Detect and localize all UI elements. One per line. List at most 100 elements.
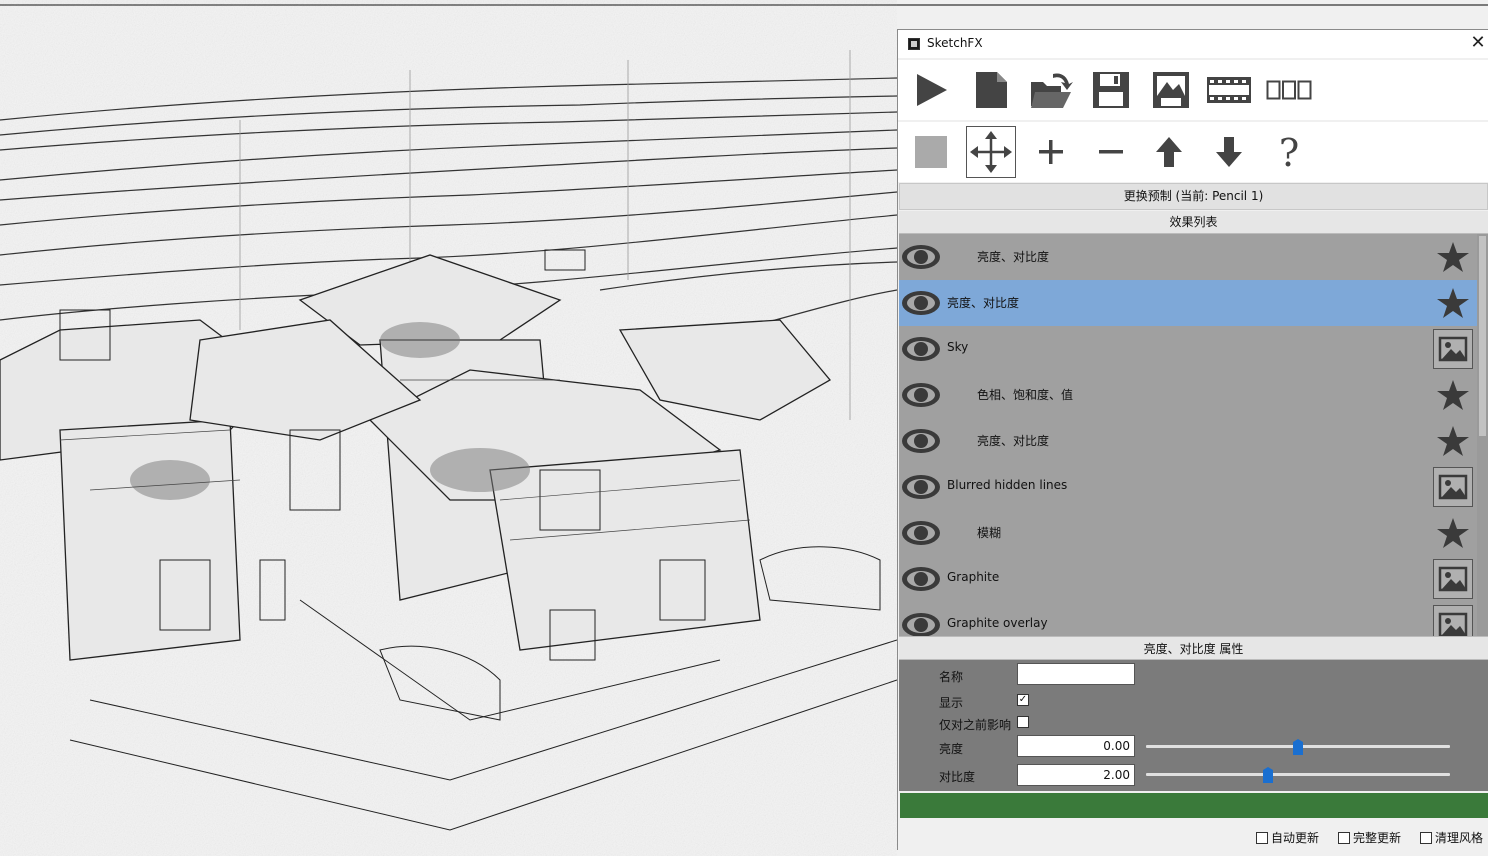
effect-row[interactable]: 色相、饱和度、值 [899,372,1477,418]
effect-label: Graphite [947,570,1000,584]
eye-icon[interactable] [901,380,941,414]
contrast-slider-track [1146,773,1450,776]
effect-label: 亮度、对比度 [977,250,1050,264]
effect-row[interactable]: Graphite [899,556,1477,602]
eye-icon[interactable] [901,610,941,636]
svg-text:?: ? [1279,132,1299,172]
update-progress-bar [900,793,1488,818]
gray-square-icon [915,136,947,168]
auto-update-checkbox[interactable] [1256,831,1268,844]
effect-label: Sky [947,340,969,354]
prev-only-label: 仅对之前影响 [939,718,1012,732]
effect-label: Blurred hidden lines [947,478,1068,492]
play-icon [917,74,947,106]
open-button[interactable] [1026,64,1076,116]
eye-icon[interactable] [901,334,941,368]
save-button[interactable] [1086,64,1136,116]
prev-only-checkbox[interactable] [1017,716,1029,728]
brightness-slider-thumb[interactable] [1293,739,1303,755]
effects-list[interactable]: 亮度、对比度 亮度、对比度 Sky 色相、饱和度、值 亮度、对比度 Blurred hid… [899,234,1488,636]
scrollbar-thumb[interactable] [1479,236,1486,436]
star-icon [1433,421,1473,461]
arrow-up-icon [1156,137,1182,167]
layout-icon [1266,80,1312,100]
color-swatch-button[interactable] [906,126,956,178]
effect-label: Graphite overlay [947,616,1048,630]
effect-label: 模糊 [977,526,1002,540]
effect-row[interactable]: 亮度、对比度 [899,418,1477,464]
name-label: 名称 [939,670,964,684]
clear-style-checkbox[interactable] [1420,831,1432,844]
effect-row[interactable]: 亮度、对比度 [899,280,1477,326]
eye-icon[interactable] [901,426,941,460]
change-preset-button[interactable]: 更换预制 (当前: Pencil 1) [899,183,1488,210]
save-icon [1093,72,1129,108]
eye-icon[interactable] [901,472,941,506]
close-button[interactable]: ✕ [1469,32,1487,54]
effect-row[interactable]: Sky [899,326,1477,372]
effect-row[interactable]: 亮度、对比度 [899,234,1477,280]
star-icon [1433,237,1473,277]
house-sketch-render [0,6,897,856]
eye-icon[interactable] [901,518,941,552]
arrow-down-icon [1216,137,1242,167]
effect-row[interactable]: Graphite overlay [899,602,1477,636]
eye-icon[interactable] [901,242,941,276]
full-update-option[interactable]: 完整更新 [1338,829,1401,846]
render-animation-button[interactable] [1204,64,1254,116]
remove-effect-button[interactable] [1086,126,1136,178]
properties-panel: 名称 显示 ✓ 仅对之前影响 亮度 0.00 对比度 2.00 [899,660,1488,791]
toolbar-edit: ? [898,122,1488,182]
toolbar-main [898,60,1488,120]
bottom-options: 自动更新 完整更新 清理风格 [898,820,1488,851]
effects-list-scrollbar[interactable] [1477,234,1488,636]
brightness-input[interactable]: 0.00 [1017,735,1135,757]
brightness-slider[interactable] [1146,739,1450,755]
star-icon [1433,283,1473,323]
image-effect-icon [1433,467,1473,507]
window-title: SketchFX [927,36,983,50]
plus-icon [1039,140,1063,164]
move-up-button[interactable] [1144,126,1194,178]
play-button[interactable] [906,64,956,116]
help-button[interactable]: ? [1264,126,1314,178]
effect-label: 亮度、对比度 [947,296,1020,310]
effect-row[interactable]: Blurred hidden lines [899,464,1477,510]
effects-list-header: 效果列表 [899,211,1488,234]
app-icon [908,38,920,50]
auto-update-option[interactable]: 自动更新 [1256,829,1319,846]
star-icon [1433,375,1473,415]
effect-row[interactable]: 模糊 [899,510,1477,556]
eye-icon[interactable] [901,288,941,322]
minus-icon [1099,150,1123,154]
layout-button[interactable] [1264,64,1314,116]
effect-label: 亮度、对比度 [977,434,1050,448]
sketchfx-panel: SketchFX ✕ ? 更换预制 (当前: Pencil 1) 效果列表 亮度… [897,29,1488,851]
name-input[interactable] [1017,663,1135,685]
title-bar: SketchFX ✕ [898,30,1488,58]
full-update-label: 完整更新 [1353,831,1402,845]
help-icon: ? [1279,132,1299,172]
move-icon [970,131,1012,173]
contrast-slider-thumb[interactable] [1263,767,1273,783]
save-image-button[interactable] [1146,64,1196,116]
show-label: 显示 [939,696,964,710]
auto-update-label: 自动更新 [1271,831,1320,845]
full-update-checkbox[interactable] [1338,831,1350,844]
clear-style-option[interactable]: 清理风格 [1420,829,1483,846]
eye-icon[interactable] [901,564,941,598]
move-button[interactable] [966,126,1016,178]
brightness-label: 亮度 [939,742,964,756]
show-checkbox[interactable]: ✓ [1017,694,1029,706]
contrast-slider[interactable] [1146,767,1450,783]
add-effect-button[interactable] [1026,126,1076,178]
contrast-label: 对比度 [939,770,976,784]
film-strip-icon [1207,77,1251,103]
new-file-icon [976,72,1007,108]
contrast-input[interactable]: 2.00 [1017,764,1135,786]
save-image-icon [1153,72,1189,108]
properties-header: 亮度、对比度 属性 [899,636,1488,660]
new-file-button[interactable] [966,64,1016,116]
move-down-button[interactable] [1204,126,1254,178]
effect-label: 色相、饱和度、值 [977,388,1074,402]
